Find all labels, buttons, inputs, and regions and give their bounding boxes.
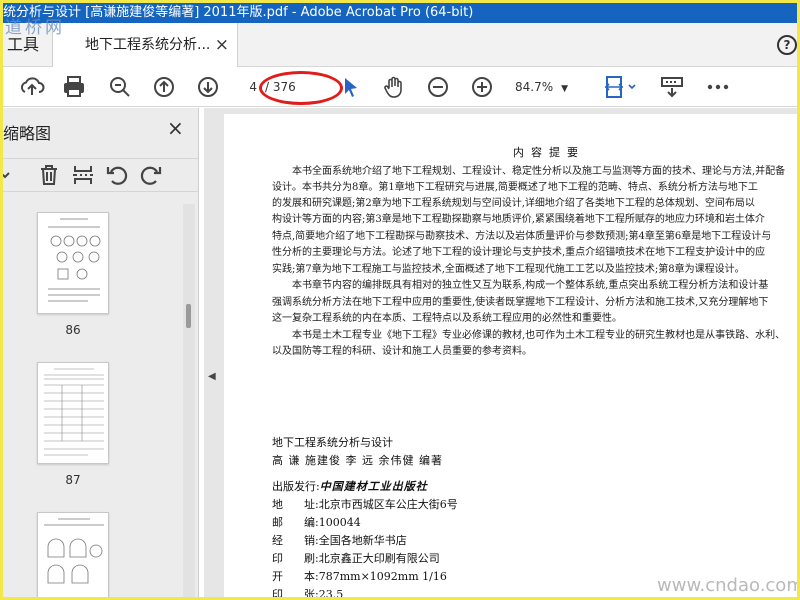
paragraph-line: 以及国防等工程的科研、设计和施工人员重要的参考资料。 (272, 346, 532, 357)
thumbnail-page-number: 86 (65, 323, 81, 337)
thumbnail-page-number: 87 (65, 473, 81, 487)
window-frame: 统分析与设计 [高谦施建俊等编著] 2011年版.pdf - Adobe Acr… (0, 0, 800, 600)
book-title: 地下工程系统分析与设计 (272, 436, 393, 449)
zoom-out-search-icon[interactable] (107, 75, 133, 99)
paragraph-line: 本书是土木工程专业《地下工程》专业必修课的教材,也可作为土木工程专业的研究生教材… (292, 330, 786, 341)
paragraph-line: 实践;第7章为地下工程施工与监控技术,全面概述了地下工程现代施工工艺以及监控技术… (272, 264, 745, 275)
watermark-url: www.cndao.com (657, 575, 800, 596)
info-row: 邮编:100044 (272, 516, 361, 529)
paragraph-line: 本书章节内容的编排既具有相对的独立性又互为联系,构成一个整体系统,重点突出系统工… (292, 280, 769, 291)
current-page-input[interactable]: 4 (243, 75, 257, 99)
paragraph-line: 特点,简要地介绍了地下工程勘探与勘察技术、方法以及岩体质量评价与参数预测;第4章… (272, 231, 772, 242)
annotation-ellipse (259, 71, 343, 105)
scrollbar-thumb[interactable] (186, 304, 191, 328)
more-icon[interactable] (705, 75, 731, 99)
main-toolbar: 4/ 376 84.7% ▼ (3, 67, 797, 107)
thumbnail-scrollbar[interactable] (183, 204, 195, 597)
options-chevron-icon[interactable] (3, 163, 27, 187)
watermark-logo: 道桥网 (5, 18, 65, 38)
publisher-label: 出版发行: (272, 480, 320, 493)
paragraph-line: 性分析的主要理论与方法。论述了地下工程的设计理论与支护技术,重点介绍锚喷技术在地… (272, 247, 766, 258)
paragraph-line: 强调系统分析方法在地下工程中应用的重要性,使读者既掌握地下工程设计、分析方法和施… (272, 297, 769, 308)
tab-document[interactable]: 地下工程系统分析... × (53, 23, 238, 67)
collapse-panel-arrow-icon[interactable]: ◀ (208, 371, 216, 382)
zoom-plus-icon[interactable] (469, 75, 495, 99)
section-title: 内容提要 (513, 146, 585, 159)
info-row: 开本:787mm×1092mm 1/16 (272, 570, 447, 583)
upload-icon[interactable] (19, 75, 45, 99)
paragraph-line: 本书全面系统地介绍了地下工程规划、工程设计、稳定性分析以及施工与监测等方面的技术… (292, 166, 786, 177)
zoom-value: 84.7% (515, 80, 554, 94)
paragraph-line: 的发展和研究课题;第2章为地下工程系统规划与空间设计,详细地介绍了各类地下工程的… (272, 198, 755, 209)
document-view: 内容提要 本书全面系统地介绍了地下工程规划、工程设计、稳定性分析以及施工与监测等… (204, 108, 797, 600)
thumbnails-panel: 缩略图 × 86 87 (3, 108, 199, 597)
scroll-mode-icon[interactable] (659, 75, 685, 99)
info-row: 地址:北京市西城区车公庄大街6号 (272, 498, 458, 511)
rotate-left-icon[interactable] (105, 163, 129, 187)
info-row: 经销:全国各地新华书店 (272, 534, 407, 547)
close-panel-icon[interactable]: × (167, 116, 184, 140)
page-thumbnail[interactable] (37, 212, 109, 314)
zoom-minus-icon[interactable] (425, 75, 451, 99)
info-row: 印刷:北京鑫正大印刷有限公司 (272, 552, 440, 565)
paragraph-line: 构设计等方面的内容;第3章是地下工程勘探勘察与地质评价,紧紧围绕着地下工程所赋存… (272, 214, 765, 225)
page-thumbnail[interactable] (37, 362, 109, 464)
paragraph-line: 这一复杂工程系统的内在本质、工程特点以及系统工程应用的必然性和重要性。 (272, 313, 622, 324)
page-up-icon[interactable] (151, 75, 177, 99)
chevron-down-icon: ▼ (561, 84, 569, 94)
trash-icon[interactable] (37, 163, 61, 187)
thumbnail-toolbar (3, 158, 199, 192)
help-icon[interactable]: ? (777, 35, 797, 55)
tab-bar: 工具 地下工程系统分析... × ? (3, 23, 797, 67)
info-row: 印张:23.5 (272, 588, 344, 600)
zoom-level-select[interactable]: 84.7% ▼ (515, 77, 568, 99)
print-icon[interactable] (61, 75, 87, 99)
fit-page-icon[interactable] (603, 75, 639, 99)
authors: 高 谦 施建俊 李 远 余伟健 编著 (272, 454, 443, 467)
hand-icon[interactable] (381, 75, 407, 99)
publisher-line: 出版发行:中国建材工业出版社 (272, 478, 428, 494)
panel-title: 缩略图 (3, 124, 52, 143)
insert-page-icon[interactable] (71, 163, 95, 187)
pdf-page: 内容提要 本书全面系统地介绍了地下工程规划、工程设计、稳定性分析以及施工与监测等… (224, 114, 797, 600)
page-down-icon[interactable] (195, 75, 221, 99)
title-bar: 统分析与设计 [高谦施建俊等编著] 2011年版.pdf - Adobe Acr… (3, 3, 797, 23)
tab-document-label: 地下工程系统分析... (85, 37, 211, 53)
publisher-name: 中国建材工业出版社 (319, 480, 428, 493)
thumbnail-list: 86 87 (3, 194, 199, 597)
paragraph-line: 设计。本书共分为8章。第1章地下工程研究与进展,简要概述了地下工程的范畴、特点、… (272, 182, 758, 193)
rotate-right-icon[interactable] (139, 163, 163, 187)
page-thumbnail[interactable] (37, 512, 109, 597)
close-tab-icon[interactable]: × (215, 23, 229, 67)
window-title: 统分析与设计 [高谦施建俊等编著] 2011年版.pdf - Adobe Acr… (3, 5, 474, 20)
